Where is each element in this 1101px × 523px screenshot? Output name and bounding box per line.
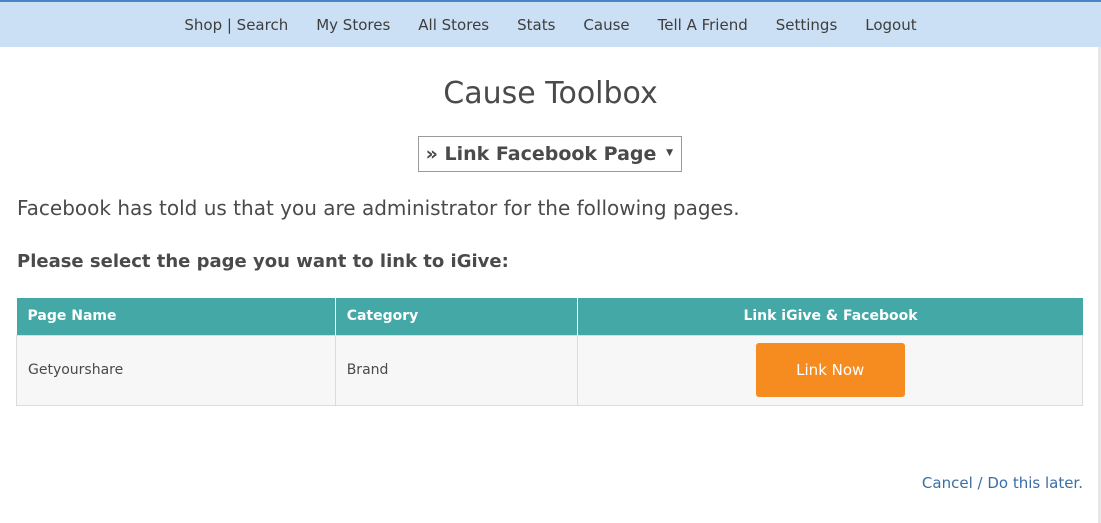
nav-item-settings[interactable]: Settings <box>776 16 838 34</box>
header-category: Category <box>335 298 579 335</box>
header-page-name: Page Name <box>16 298 336 335</box>
toolbox-select-value: » Link Facebook Page <box>425 143 657 165</box>
toolbox-select[interactable]: » Link Facebook Page ▼ <box>418 136 682 172</box>
cancel-link[interactable]: Cancel / Do this later. <box>922 474 1083 492</box>
nav-item-stats[interactable]: Stats <box>517 16 555 34</box>
pages-table: Page Name Category Link iGive & Facebook… <box>16 298 1083 406</box>
dropdown-arrow-icon: ▼ <box>666 148 673 158</box>
cell-category: Brand <box>334 334 579 406</box>
cell-action: Link Now <box>577 334 1083 406</box>
table-row: Getyourshare Brand Link Now <box>16 334 1083 406</box>
nav-item-shop-search[interactable]: Shop | Search <box>184 16 288 34</box>
link-now-button[interactable]: Link Now <box>755 343 905 397</box>
intro-text: Facebook has told us that you are admini… <box>17 196 740 220</box>
page: Shop | Search My Stores All Stores Stats… <box>0 0 1101 523</box>
nav-item-all-stores[interactable]: All Stores <box>418 16 489 34</box>
cell-page-name: Getyourshare <box>16 334 336 406</box>
nav-item-my-stores[interactable]: My Stores <box>316 16 390 34</box>
page-title: Cause Toolbox <box>443 76 658 111</box>
select-prompt: Please select the page you want to link … <box>17 251 509 272</box>
top-nav: Shop | Search My Stores All Stores Stats… <box>0 0 1101 47</box>
table-header-row: Page Name Category Link iGive & Facebook <box>16 298 1083 335</box>
header-link: Link iGive & Facebook <box>577 298 1083 335</box>
nav-item-logout[interactable]: Logout <box>865 16 916 34</box>
nav-item-cause[interactable]: Cause <box>583 16 629 34</box>
nav-item-tell-a-friend[interactable]: Tell A Friend <box>658 16 748 34</box>
